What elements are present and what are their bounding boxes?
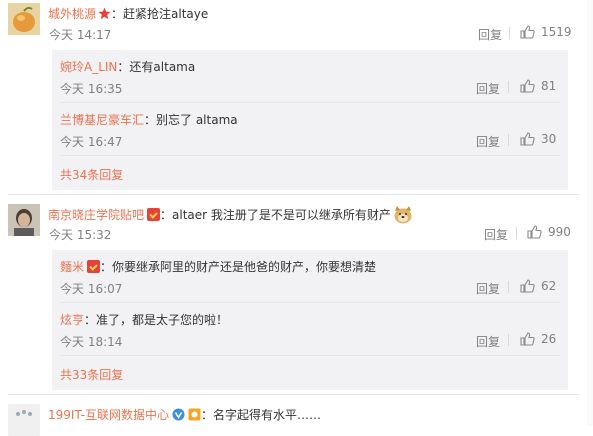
reply-button[interactable]: 回复 (484, 226, 508, 243)
divider (508, 81, 509, 93)
divider (516, 227, 517, 239)
star-badge-icon (98, 7, 111, 20)
reply-thread: 婉玲A_LIN：还有altama 今天 16:35 回复 81 兰博基尼豪车汇：… (52, 50, 568, 190)
username[interactable]: 199IT-互联网数据中心 (48, 408, 169, 422)
timestamp: 今天 16:35 (60, 82, 123, 96)
thumbs-up-icon (520, 25, 535, 39)
divider (508, 334, 509, 346)
thumbs-up-icon (520, 79, 535, 93)
more-replies-link[interactable]: 共33条回复 (60, 366, 123, 383)
like-button[interactable]: 30 (520, 132, 556, 146)
comment-divider (8, 394, 579, 395)
thumbs-up-icon (527, 225, 542, 239)
comment-line: 城外桃源 ：赶紧抢注altaye (48, 5, 208, 22)
reply-button[interactable]: 回复 (476, 80, 500, 97)
comment-line: 南京晓庄学院贴吧 ：altaer 我注册了是不是可以继承所有财产 (48, 206, 413, 224)
divider (60, 102, 560, 103)
divider (60, 302, 560, 303)
timestamp: 今天 15:32 (49, 228, 112, 242)
reply-button[interactable]: 回复 (476, 280, 500, 297)
avatar[interactable] (8, 204, 40, 236)
vip-badge-icon (87, 260, 101, 273)
verified-v-icon (172, 408, 185, 421)
thumbs-up-icon (520, 332, 535, 346)
like-count: 30 (541, 132, 557, 146)
like-count: 1519 (541, 25, 572, 39)
username[interactable]: 婉玲A_LIN (60, 60, 117, 74)
comment-line: 199IT-互联网数据中心 ：名字起得有水平…… (48, 406, 321, 423)
username[interactable]: 炫亨 (60, 313, 84, 327)
thumbs-up-icon (520, 132, 535, 146)
vip-badge-icon (147, 208, 161, 221)
timestamp: 今天 16:47 (60, 135, 123, 149)
divider (60, 355, 560, 356)
divider (508, 134, 509, 146)
like-count: 81 (541, 79, 557, 93)
divider (509, 27, 510, 39)
comment-text: ：还有altama (117, 60, 196, 74)
comment-divider (8, 194, 579, 195)
like-button[interactable]: 81 (520, 79, 556, 93)
comment-text: ：altaer 我注册了是不是可以继承所有财产 (160, 208, 391, 222)
like-count: 62 (541, 279, 557, 293)
like-button[interactable]: 1519 (520, 25, 572, 39)
like-button[interactable]: 26 (520, 332, 556, 346)
more-replies-link[interactable]: 共34条回复 (60, 166, 123, 183)
avatar[interactable] (8, 3, 40, 35)
divider (60, 155, 560, 156)
username[interactable]: 城外桃源 (48, 7, 96, 21)
thumbs-up-icon (520, 279, 535, 293)
comment-text: ：准了，都是太子您的啦！ (84, 313, 229, 327)
scrollbar[interactable] (587, 0, 593, 426)
like-button[interactable]: 62 (520, 279, 556, 293)
timestamp: 今天 16:07 (60, 282, 123, 296)
username[interactable]: 兰博基尼豪车汇 (60, 113, 144, 127)
comment-text: ：别忘了 altama (144, 113, 238, 127)
timestamp: 今天 14:17 (49, 28, 112, 42)
timestamp: 今天 18:14 (60, 335, 123, 349)
divider (508, 281, 509, 293)
reply-thread: 麵米 ：你要继承阿里的财产还是他爸的财产，你要想清楚 今天 16:07 回复 62… (52, 250, 568, 390)
username[interactable]: 南京晓庄学院贴吧 (48, 208, 144, 222)
avatar[interactable] (8, 404, 40, 436)
like-count: 990 (548, 225, 571, 239)
comment-text: ：你要继承阿里的财产还是他爸的财产，你要想清楚 (100, 260, 377, 274)
doge-emoji-icon (393, 206, 413, 224)
member-badge-icon (188, 408, 201, 421)
reply-button[interactable]: 回复 (476, 333, 500, 350)
like-count: 26 (541, 332, 557, 346)
username[interactable]: 麵米 (60, 260, 84, 274)
reply-button[interactable]: 回复 (478, 26, 502, 43)
comment-text: ：名字起得有水平…… (201, 408, 322, 422)
comment-text: ：赶紧抢注altaye (111, 7, 209, 21)
like-button[interactable]: 990 (527, 225, 571, 239)
reply-button[interactable]: 回复 (476, 133, 500, 150)
